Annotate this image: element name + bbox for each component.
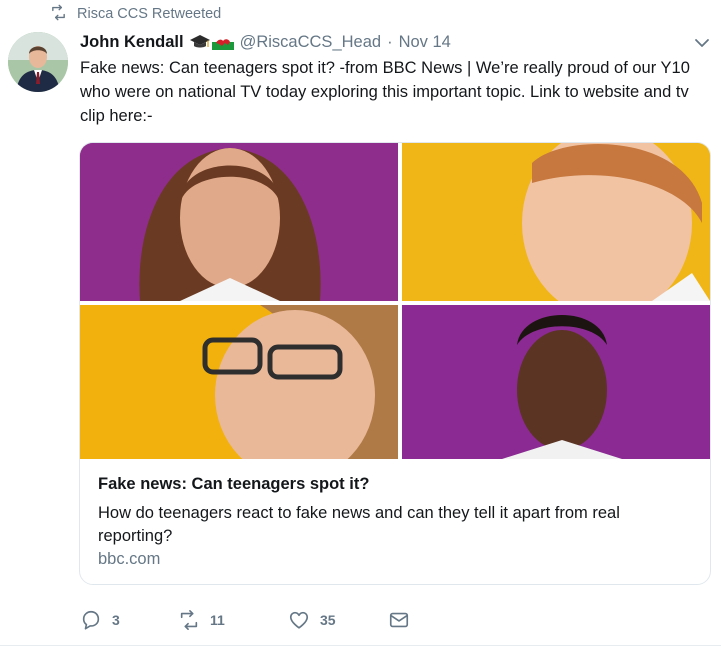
avatar[interactable] — [8, 32, 68, 92]
tweet-text: Fake news: Can teenagers spot it? -from … — [80, 59, 690, 125]
tweet-actions: 3 11 35 — [80, 608, 410, 632]
link-card[interactable]: Fake news: Can teenagers spot it? How do… — [79, 142, 711, 585]
graduation-cap-icon — [189, 35, 210, 48]
card-image-3 — [80, 305, 398, 459]
like-button[interactable]: 35 — [288, 609, 388, 631]
author-name[interactable]: John Kendall — [80, 33, 184, 52]
card-description: How do teenagers react to fake news and … — [98, 504, 620, 545]
card-image-2 — [402, 143, 710, 301]
retweet-label: Risca CCS Retweeted — [77, 6, 222, 22]
card-title: Fake news: Can teenagers spot it? — [98, 475, 370, 493]
wales-flag-icon — [211, 34, 234, 50]
message-button[interactable] — [388, 609, 410, 631]
message-icon — [389, 612, 409, 628]
retweet-context[interactable]: Risca CCS Retweeted — [50, 4, 222, 25]
card-domain: bbc.com — [98, 550, 161, 568]
card-image-grid — [80, 143, 710, 459]
header-separator: · — [387, 32, 393, 51]
author-handle[interactable]: @RiscaCCS_Head — [240, 33, 381, 52]
tweet-timestamp[interactable]: Nov 14 — [399, 33, 451, 52]
name-emoji — [189, 33, 234, 51]
reply-button[interactable]: 3 — [80, 609, 178, 631]
reply-count: 3 — [112, 612, 120, 628]
retweet-icon — [180, 610, 198, 630]
card-image-4 — [402, 305, 710, 459]
tweet-divider — [0, 645, 721, 646]
tweet-header: John Kendall @RiscaCCS_Head · Nov 14 — [80, 31, 711, 53]
caret-down-icon[interactable] — [693, 34, 711, 52]
retweet-count: 11 — [210, 612, 225, 628]
retweet-icon — [50, 4, 67, 25]
reply-icon — [82, 610, 100, 630]
like-count: 35 — [320, 612, 336, 628]
retweet-button[interactable]: 11 — [178, 609, 288, 631]
card-image-1 — [80, 143, 398, 301]
like-icon — [289, 611, 309, 629]
